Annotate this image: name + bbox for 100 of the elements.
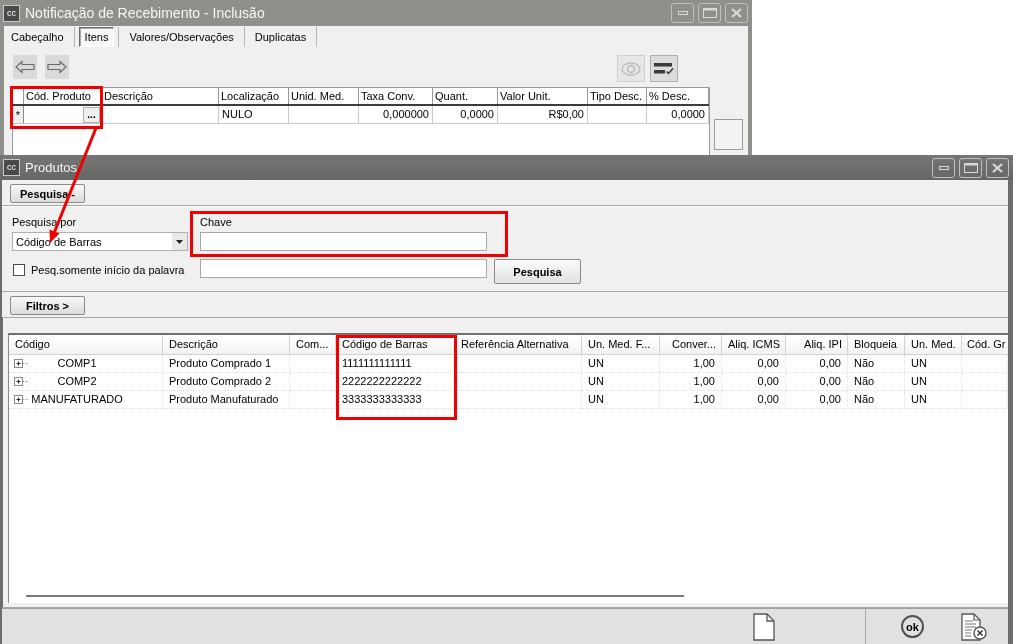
left-arrow-icon — [15, 60, 35, 74]
row-marker: * — [13, 106, 24, 123]
table-cell: 1,00 — [660, 391, 722, 409]
table-cell: 1,00 — [660, 373, 722, 391]
checkbox[interactable] — [13, 264, 25, 276]
column-header[interactable]: % Desc. — [647, 88, 709, 104]
column-header[interactable]: Unid. Med. — [289, 88, 359, 104]
table-cell: UN — [582, 391, 660, 409]
tab[interactable]: Valores/Observações — [123, 27, 240, 47]
table-cell — [962, 391, 1008, 409]
column-header[interactable]: Un. Med. — [905, 335, 962, 355]
table-cell: Não — [848, 391, 905, 409]
search-toggle-button[interactable]: Pesquisa - — [10, 184, 85, 203]
text-field[interactable] — [200, 259, 487, 278]
column-header[interactable]: Aliq. ICMS — [722, 335, 786, 355]
expander-icon[interactable] — [14, 377, 28, 386]
column-header[interactable]: Referência Alternativa — [455, 335, 582, 355]
side-button[interactable] — [714, 119, 743, 150]
maximize-button[interactable] — [959, 157, 982, 178]
table-cell: 0,00 — [786, 391, 848, 409]
table-cell: UN — [905, 355, 962, 373]
next-button[interactable] — [45, 55, 69, 79]
previous-button[interactable] — [13, 55, 37, 79]
eye-icon — [621, 61, 641, 76]
table-cell — [290, 355, 336, 373]
column-header[interactable]: Localização — [219, 88, 289, 104]
column-header[interactable]: Cód. Produto — [24, 88, 102, 104]
expander-icon[interactable] — [14, 395, 28, 404]
expander-icon[interactable] — [14, 359, 28, 368]
list-check-button[interactable] — [650, 55, 678, 82]
table-cell: UN — [582, 373, 660, 391]
tab[interactable]: Duplicatas — [248, 27, 313, 47]
grid-cell: 0,0000 — [433, 106, 498, 123]
right-arrow-icon — [47, 60, 67, 74]
column-header[interactable]: Com... — [290, 335, 336, 355]
grid-cell: 0,000000 — [359, 106, 433, 123]
horizontal-scrollbar[interactable] — [26, 595, 684, 597]
key-field[interactable] — [200, 232, 487, 251]
product-code: MANUFATURADO — [30, 392, 124, 407]
ok-button[interactable]: ok — [901, 615, 924, 638]
table-cell: Não — [848, 355, 905, 373]
filters-toggle-button[interactable]: Filtros > — [10, 296, 85, 315]
table-cell: 1,00 — [660, 355, 722, 373]
close-button[interactable] — [725, 3, 748, 23]
search-by-label: Pesquisa por — [12, 215, 77, 229]
document-icon — [753, 612, 775, 641]
table-cell — [962, 355, 1008, 373]
column-header[interactable]: Conver... — [660, 335, 722, 355]
column-header[interactable]: Descrição — [102, 88, 219, 104]
table-cell — [290, 373, 336, 391]
tab[interactable]: Itens — [78, 27, 115, 47]
minimize-icon — [938, 165, 949, 170]
table-cell: Produto Comprado 2 — [163, 373, 290, 391]
product-code: COMP1 — [56, 356, 98, 371]
lookup-button[interactable]: ... — [83, 106, 100, 123]
list-check-icon — [654, 61, 674, 76]
table-cell: Produto Comprado 1 — [163, 355, 290, 373]
minimize-button[interactable] — [932, 157, 955, 178]
column-header[interactable]: Bloqueia — [848, 335, 905, 355]
search-button[interactable]: Pesquisa — [494, 259, 581, 284]
column-header[interactable]: Taxa Conv. — [359, 88, 433, 104]
table-cell: UN — [905, 373, 962, 391]
product-code: COMP2 — [56, 374, 98, 389]
table-cell: 1111111111111 — [336, 355, 455, 373]
table-cell: Não — [848, 373, 905, 391]
search-by-dropdown[interactable]: Código de Barras — [12, 232, 188, 251]
column-header[interactable]: Aliq. IPI — [786, 335, 848, 355]
column-header[interactable]: Descrição — [163, 335, 290, 355]
table-cell: Produto Manufaturado — [163, 391, 290, 409]
column-header[interactable]: Quant. — [433, 88, 498, 104]
table-cell: 0,00 — [722, 373, 786, 391]
table-cell: 0,00 — [722, 391, 786, 409]
app-logo: cc — [3, 159, 20, 176]
table-cell: 0,00 — [722, 355, 786, 373]
close-icon — [992, 162, 1003, 173]
column-header[interactable]: Código — [9, 335, 163, 355]
key-label: Chave — [200, 215, 232, 229]
column-header[interactable]: Tipo Desc. — [588, 88, 647, 104]
maximize-icon — [702, 8, 717, 18]
maximize-button[interactable] — [698, 3, 721, 23]
table-cell: 0,00 — [786, 355, 848, 373]
grid-cell: NULO — [219, 106, 289, 123]
table-cell: 0,00 — [786, 373, 848, 391]
document-x-icon — [961, 612, 987, 641]
minimize-icon — [677, 11, 688, 15]
grid-cell: 0,0000 — [647, 106, 709, 123]
app-logo: cc — [3, 4, 20, 22]
column-header[interactable]: Valor Unit. — [498, 88, 588, 104]
checkbox-label: Pesq.somente início da palavra — [31, 264, 185, 276]
table-cell: 3333333333333 — [336, 391, 455, 409]
column-header[interactable]: Un. Med. F... — [582, 335, 660, 355]
table-cell — [962, 373, 1008, 391]
table-cell — [290, 391, 336, 409]
cancel-button[interactable] — [961, 612, 987, 641]
minimize-button[interactable] — [671, 3, 694, 23]
tab[interactable]: Cabeçalho — [5, 27, 70, 47]
table-cell: 2222222222222 — [336, 373, 455, 391]
new-document-button[interactable] — [753, 612, 775, 641]
table-cell: UN — [582, 355, 660, 373]
close-button[interactable] — [986, 157, 1009, 178]
